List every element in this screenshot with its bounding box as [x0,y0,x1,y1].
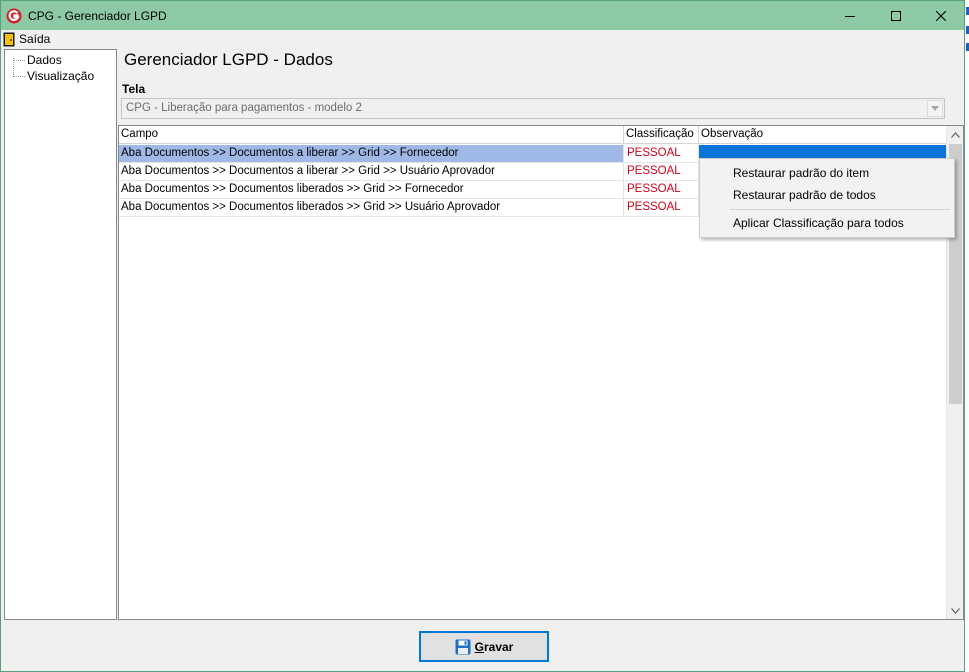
cell-classificacao[interactable]: PESSOAL [624,163,699,180]
tree-branch [13,75,25,77]
menu-separator [730,209,950,210]
cell-classificacao[interactable]: PESSOAL [624,199,699,216]
column-header-observacao[interactable]: Observação [699,126,947,143]
tree-item-dados[interactable]: Dados [13,53,62,67]
cell-campo[interactable]: Aba Documentos >> Documentos liberados >… [119,181,624,198]
exit-door-icon [3,32,15,46]
close-icon [936,10,946,21]
tree-branch [13,59,25,61]
close-button[interactable] [918,1,964,30]
cell-campo[interactable]: Aba Documentos >> Documentos a liberar >… [119,145,624,162]
save-button-label: Gravar [475,640,514,654]
app-logo-icon [6,8,22,24]
minimize-icon [845,15,855,17]
cell-classificacao[interactable]: PESSOAL [624,181,699,198]
tela-label: Tela [122,82,146,96]
title-bar[interactable]: CPG - Gerenciador LGPD [1,1,964,30]
menu-item-restore-all[interactable]: Restaurar padrão de todos [733,184,876,206]
tela-dropdown-button[interactable] [927,100,943,117]
cell-classificacao[interactable]: PESSOAL [624,145,699,162]
cell-campo[interactable]: Aba Documentos >> Documentos liberados >… [119,199,624,216]
main-window: CPG - Gerenciador LGPD Saída Dados Visua… [0,0,965,672]
menu-item-restore-item[interactable]: Restaurar padrão do item [733,162,869,184]
window-title: CPG - Gerenciador LGPD [28,9,167,23]
content-panel: Gerenciador LGPD - Dados Tela CPG - Libe… [117,49,964,621]
menu-exit[interactable]: Saída [3,31,50,47]
tree-item-label: Dados [27,53,62,67]
tela-select-value: CPG - Liberação para pagamentos - modelo… [126,102,362,114]
chevron-down-icon [951,607,960,614]
context-menu: Restaurar padrão do item Restaurar padrã… [699,158,955,238]
scroll-down-button[interactable] [947,602,964,619]
cell-campo[interactable]: Aba Documentos >> Documentos a liberar >… [119,163,624,180]
grid-header: Campo Classificação Observação [119,126,947,144]
scroll-up-button[interactable] [947,126,964,143]
navigation-tree: Dados Visualização [4,49,117,620]
floppy-disk-icon [455,639,471,654]
column-header-campo[interactable]: Campo [119,126,624,143]
column-header-classificacao[interactable]: Classificação [624,126,699,143]
save-label-rest: ravar [483,639,514,654]
tree-item-label: Visualização [27,69,95,83]
page-title: Gerenciador LGPD - Dados [124,50,333,69]
tela-select[interactable]: CPG - Liberação para pagamentos - modelo… [121,98,945,119]
menu-exit-label: Saída [19,32,51,46]
maximize-button[interactable] [873,1,919,30]
menu-bar: Saída [1,30,964,48]
minimize-button[interactable] [827,1,873,30]
tree-item-visualizacao[interactable]: Visualização [13,69,94,83]
save-button[interactable]: Gravar [419,631,549,662]
background-window-edge [965,0,969,672]
chevron-up-icon [951,131,960,138]
chevron-down-icon [931,106,939,111]
save-accelerator: G [474,639,484,654]
maximize-icon [891,10,901,21]
menu-item-apply-classification-all[interactable]: Aplicar Classificação para todos [733,212,904,234]
footer-bar: Gravar [1,621,964,671]
